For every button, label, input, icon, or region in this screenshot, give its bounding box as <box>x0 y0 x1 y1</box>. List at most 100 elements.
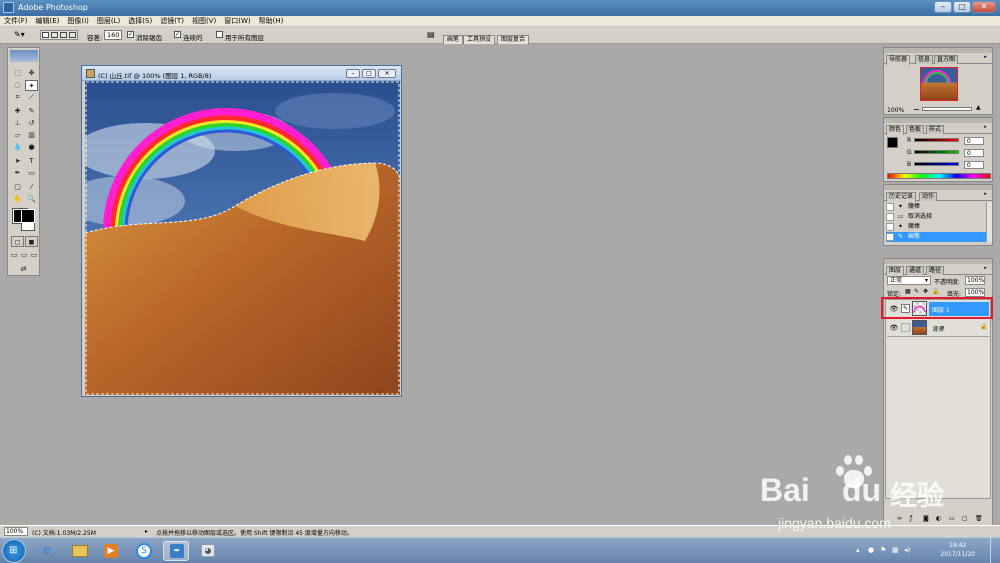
crop-tool-icon[interactable]: ⌗ <box>11 92 24 103</box>
media-player-taskbar-icon[interactable]: ▶ <box>98 541 124 561</box>
tab-info[interactable]: 信息 <box>915 55 934 64</box>
tab-tool-presets[interactable]: 工具预设 <box>463 35 496 44</box>
gradient-tool-icon[interactable]: ▥ <box>25 130 38 141</box>
network-icon[interactable]: ▦ <box>892 546 899 554</box>
channel-r-value[interactable]: 0 <box>964 137 984 145</box>
zoom-out-icon[interactable] <box>914 109 919 110</box>
eyedropper-icon[interactable]: ⁄ <box>25 182 38 193</box>
doc-close-button[interactable]: ✕ <box>378 69 396 78</box>
blur-tool-icon[interactable]: 💧 <box>11 142 24 153</box>
lock-all-icon[interactable]: 🔒 <box>932 288 939 295</box>
volume-icon[interactable]: ◂) <box>904 546 910 554</box>
menu-view[interactable]: 视图(V) <box>188 16 220 26</box>
magic-wand-tool-icon[interactable]: ✦ <box>25 80 38 91</box>
contiguous-checkbox[interactable]: ✓ <box>174 31 181 38</box>
standard-mode-icon[interactable]: ◻ <box>11 236 24 247</box>
opacity-input[interactable]: 100% <box>965 276 985 285</box>
tray-flag-icon[interactable]: ⚑ <box>880 546 886 554</box>
tab-swatches[interactable]: 色板 <box>906 125 925 134</box>
history-item[interactable]: ▭ 取消选择 <box>886 212 986 222</box>
maximize-button[interactable]: □ <box>953 1 971 13</box>
channel-b-value[interactable]: 0 <box>964 161 984 169</box>
lock-pixels-icon[interactable]: ✎ <box>914 288 919 295</box>
tab-brushes[interactable]: 画笔 <box>443 35 464 44</box>
background-layer-name[interactable]: 背景 <box>932 324 944 333</box>
all-layers-checkbox[interactable] <box>216 31 223 38</box>
tab-channels[interactable]: 通道 <box>906 266 925 275</box>
tab-styles[interactable]: 样式 <box>926 125 945 134</box>
show-desktop-button[interactable] <box>990 538 1000 563</box>
panel-menu-icon[interactable]: ▸ <box>982 192 989 198</box>
close-button[interactable]: ✕ <box>972 1 996 13</box>
healing-brush-icon[interactable]: ✚ <box>11 106 24 117</box>
screen-mode-1-icon[interactable]: ▭ <box>9 250 19 261</box>
notes-tool-icon[interactable]: ▢ <box>11 182 24 193</box>
status-arrow-icon[interactable]: ▸ <box>145 528 148 535</box>
magic-wand-preset-icon[interactable]: ✎▾ <box>14 30 34 41</box>
menu-select[interactable]: 选择(S) <box>124 16 156 26</box>
tab-layers[interactable]: 图层 <box>886 266 905 276</box>
layer-row-background[interactable]: 👁 背景 🔒 <box>887 319 991 337</box>
taskbar-clock[interactable]: 19:42 2017/11/20 <box>940 541 975 559</box>
navigator-zoom-slider[interactable] <box>922 107 972 111</box>
lock-transparency-icon[interactable]: ▦ <box>905 288 911 295</box>
tab-paths[interactable]: 路径 <box>926 266 945 275</box>
ie-taskbar-icon[interactable]: e <box>36 541 62 561</box>
paint-taskbar-icon[interactable]: ◕ <box>195 541 221 561</box>
zoom-tool-icon[interactable]: 🔍 <box>25 194 38 205</box>
photoshop-taskbar-icon[interactable]: ✒ <box>163 541 189 561</box>
channel-b-slider[interactable] <box>914 162 959 166</box>
panel-menu-icon[interactable]: ▸ <box>982 55 989 61</box>
sogou-taskbar-icon[interactable]: S <box>131 541 157 561</box>
tab-actions[interactable]: 动作 <box>919 192 938 201</box>
panel-menu-icon[interactable]: ▸ <box>982 125 989 131</box>
menu-layer[interactable]: 图层(L) <box>93 16 124 26</box>
tray-app-icon[interactable]: ● <box>868 546 874 554</box>
clone-stamp-icon[interactable]: ⊥ <box>11 118 24 129</box>
dodge-tool-icon[interactable]: ● <box>25 142 38 153</box>
image-canvas[interactable] <box>85 81 400 395</box>
tab-histogram[interactable]: 直方图 <box>934 55 959 64</box>
history-snapshot-box[interactable] <box>886 203 894 211</box>
panel-menu-icon[interactable]: ▸ <box>982 266 989 272</box>
history-scrollbar[interactable] <box>986 202 992 242</box>
screen-mode-3-icon[interactable]: ▭ <box>29 250 39 261</box>
tab-navigator[interactable]: 导航器 <box>886 55 911 65</box>
blend-mode-select[interactable]: 正常 ▾ <box>887 276 931 285</box>
selection-mode-buttons[interactable] <box>40 30 78 40</box>
history-item[interactable]: ✦ 魔棒 <box>886 202 986 212</box>
channel-g-slider[interactable] <box>914 150 959 154</box>
explorer-taskbar-icon[interactable] <box>67 541 93 561</box>
channel-g-value[interactable]: 0 <box>964 149 984 157</box>
menu-filter[interactable]: 滤镜(T) <box>156 16 188 26</box>
menu-file[interactable]: 文件(F) <box>0 16 32 26</box>
start-button[interactable]: ⊞ <box>2 539 26 563</box>
history-snapshot-box[interactable] <box>886 233 894 241</box>
pen-tool-icon[interactable]: ✒ <box>11 168 24 179</box>
document-title-bar[interactable]: (C) 山丘.tif @ 100% (图层 1, RGB/8) – □ ✕ <box>82 66 401 81</box>
path-select-icon[interactable]: ➤ <box>11 156 24 167</box>
color-fg-swatch[interactable] <box>887 137 898 148</box>
antialias-checkbox[interactable]: ✓ <box>127 31 134 38</box>
fill-input[interactable]: 100% <box>965 288 985 297</box>
channel-r-slider[interactable] <box>914 138 959 142</box>
status-zoom-input[interactable]: 100% <box>4 527 28 536</box>
history-brush-icon[interactable]: ↺ <box>25 118 38 129</box>
marquee-tool-icon[interactable]: ⬚ <box>11 68 24 79</box>
menu-image[interactable]: 图像(I) <box>63 16 93 26</box>
tray-expand-icon[interactable]: ▴ <box>856 546 860 554</box>
tolerance-input[interactable]: 160 <box>104 30 122 40</box>
slice-tool-icon[interactable]: ⟋ <box>25 92 38 103</box>
printer-icon[interactable]: ▤ <box>427 30 437 40</box>
history-item-selected[interactable]: ✎ 画笔 <box>886 232 986 242</box>
lasso-tool-icon[interactable]: ◌ <box>11 80 24 91</box>
tab-layer-comps[interactable]: 图层复合 <box>497 35 530 44</box>
history-snapshot-box[interactable] <box>886 213 894 221</box>
type-tool-icon[interactable]: T <box>25 156 38 167</box>
tab-color[interactable]: 颜色 <box>886 125 905 135</box>
color-spectrum-bar[interactable] <box>887 173 991 179</box>
zoom-in-icon[interactable]: ▲ <box>976 104 981 111</box>
menu-edit[interactable]: 编辑(E) <box>32 16 64 26</box>
doc-minimize-button[interactable]: – <box>346 69 360 78</box>
shape-tool-icon[interactable]: ▭ <box>25 168 38 179</box>
